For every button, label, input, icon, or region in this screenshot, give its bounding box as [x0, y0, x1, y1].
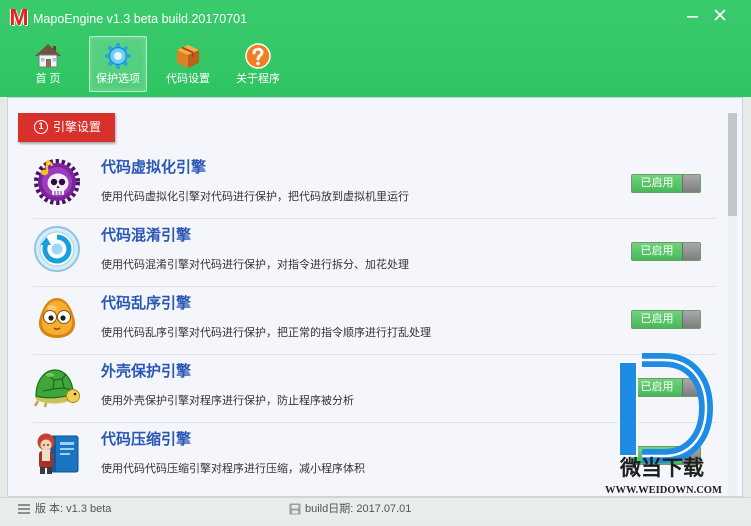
engine-toggle[interactable]: 已启用 — [631, 174, 701, 193]
window-title: MapoEngine v1.3 beta build.20170701 — [33, 12, 248, 26]
close-icon — [714, 9, 726, 21]
purple-skull-icon — [34, 159, 80, 205]
toolbar-label: 关于程序 — [236, 73, 280, 85]
gear-icon — [105, 43, 131, 69]
close-button[interactable] — [706, 4, 734, 26]
toolbar-label: 首 页 — [35, 73, 61, 85]
version-icon — [18, 504, 30, 514]
turtle-shell-icon — [33, 369, 80, 408]
list-item: 代码乱序引擎 使用代码乱序引擎对代码进行保护，把正常的指令顺序进行打乱处理 已启… — [33, 287, 716, 355]
list-item: 代码混淆引擎 使用代码混淆引擎对代码进行保护，对指令进行拆分、加花处理 已启用 — [33, 219, 716, 287]
scrollbar-thumb[interactable] — [728, 113, 737, 216]
toggle-knob — [682, 447, 700, 464]
section-tab: 1 引擎设置 — [18, 113, 115, 142]
engine-description: 使用外壳保护引擎对程序进行保护，防止程序被分析 — [101, 395, 354, 407]
toggle-knob — [682, 311, 700, 328]
scrollbar-track[interactable] — [728, 113, 737, 496]
app-logo: M — [9, 4, 29, 30]
header-bar: M MapoEngine v1.3 beta build.20170701 首 … — [0, 0, 751, 97]
build-date-text: build日期: 2017.07.01 — [305, 503, 412, 515]
toolbar-item-protection[interactable]: 保护选项 — [89, 36, 147, 92]
section-title: 引擎设置 — [53, 120, 102, 134]
engine-name: 外壳保护引擎 — [101, 363, 192, 380]
package-icon — [177, 45, 199, 68]
book-character-icon — [37, 433, 79, 474]
toggle-knob — [682, 243, 700, 260]
version-text: 版 本: v1.3 beta — [35, 503, 112, 515]
orange-creature-icon — [38, 298, 76, 338]
engine-description: 使用代码代码压缩引擎对程序进行压缩，减小程序体积 — [101, 463, 365, 475]
toolbar-label: 保护选项 — [96, 73, 140, 85]
engine-name: 代码压缩引擎 — [101, 431, 192, 448]
section-number: 1 — [34, 120, 48, 134]
list-item: 外壳保护引擎 使用外壳保护引擎对程序进行保护，防止程序被分析 已启用 — [33, 355, 716, 423]
list-item: 代码压缩引擎 使用代码代码压缩引擎对程序进行压缩，减小程序体积 已启用 — [33, 423, 716, 491]
toolbar-item-code-settings[interactable]: 代码设置 — [159, 36, 217, 92]
toggle-label: 已启用 — [632, 379, 682, 396]
engine-description: 使用代码乱序引擎对代码进行保护，把正常的指令顺序进行打乱处理 — [101, 327, 431, 339]
app-window: M MapoEngine v1.3 beta build.20170701 首 … — [0, 0, 751, 526]
engine-name: 代码混淆引擎 — [101, 227, 192, 244]
engine-name: 代码乱序引擎 — [101, 295, 192, 312]
blue-cycle-icon — [34, 226, 80, 272]
question-icon — [245, 43, 271, 69]
engine-list: 代码虚拟化引擎 使用代码虚拟化引擎对代码进行保护，把代码放到虚拟机里运行 已启用… — [33, 151, 716, 491]
status-bar: 版 本: v1.3 beta build日期: 2017.07.01 — [0, 497, 751, 520]
minimize-icon — [687, 16, 698, 18]
toolbar-item-about[interactable]: 关于程序 — [229, 36, 287, 92]
engine-toggle[interactable]: 已启用 — [631, 446, 701, 465]
toggle-label: 已启用 — [632, 243, 682, 260]
engine-toggle[interactable]: 已启用 — [631, 310, 701, 329]
toolbar-label: 代码设置 — [166, 73, 210, 85]
toggle-label: 已启用 — [632, 447, 682, 464]
toggle-label: 已启用 — [632, 311, 682, 328]
engine-toggle[interactable]: 已启用 — [631, 378, 701, 397]
engine-description: 使用代码虚拟化引擎对代码进行保护，把代码放到虚拟机里运行 — [101, 191, 409, 203]
toolbar-item-home[interactable]: 首 页 — [19, 36, 77, 92]
toggle-knob — [682, 175, 700, 192]
calendar-icon — [289, 503, 301, 515]
toggle-knob — [682, 379, 700, 396]
engine-toggle[interactable]: 已启用 — [631, 242, 701, 261]
toggle-label: 已启用 — [632, 175, 682, 192]
engine-name: 代码虚拟化引擎 — [101, 159, 207, 176]
minimize-button[interactable] — [679, 4, 707, 26]
engine-description: 使用代码混淆引擎对代码进行保护，对指令进行拆分、加花处理 — [101, 259, 409, 271]
list-item: 代码虚拟化引擎 使用代码虚拟化引擎对代码进行保护，把代码放到虚拟机里运行 已启用 — [33, 151, 716, 219]
home-icon — [35, 44, 61, 68]
